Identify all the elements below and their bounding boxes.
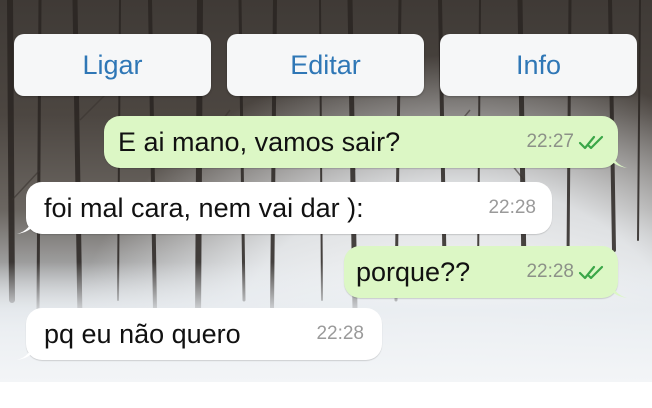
- message-time: 22:28: [526, 261, 574, 282]
- outgoing-message[interactable]: E ai mano, vamos sair? 22:27: [104, 116, 627, 168]
- edit-button[interactable]: Editar: [227, 34, 424, 96]
- message-text: pq eu não quero: [44, 318, 241, 349]
- incoming-message[interactable]: pq eu não quero 22:28: [17, 308, 382, 360]
- chat-screen: Ligar Editar Info E ai mano, vamos sair?…: [0, 0, 652, 382]
- double-check-icon: [578, 135, 604, 150]
- bubble-tail: [17, 342, 33, 360]
- message-text: foi mal cara, nem vai dar ):: [44, 192, 364, 223]
- outgoing-message[interactable]: porque?? 22:28: [344, 246, 627, 298]
- double-check-icon: [578, 265, 604, 280]
- incoming-message[interactable]: foi mal cara, nem vai dar ): 22:28: [17, 182, 552, 234]
- message-text: E ai mano, vamos sair?: [118, 126, 401, 157]
- info-button[interactable]: Info: [440, 34, 637, 96]
- bubble-tail: [611, 280, 627, 298]
- message-time: 22:28: [488, 197, 536, 218]
- call-button[interactable]: Ligar: [14, 34, 211, 96]
- bubble-tail: [611, 150, 627, 168]
- bubble-tail: [17, 216, 33, 234]
- message-time: 22:28: [316, 323, 364, 344]
- message-text: porque??: [356, 256, 471, 287]
- message-time: 22:27: [526, 131, 574, 152]
